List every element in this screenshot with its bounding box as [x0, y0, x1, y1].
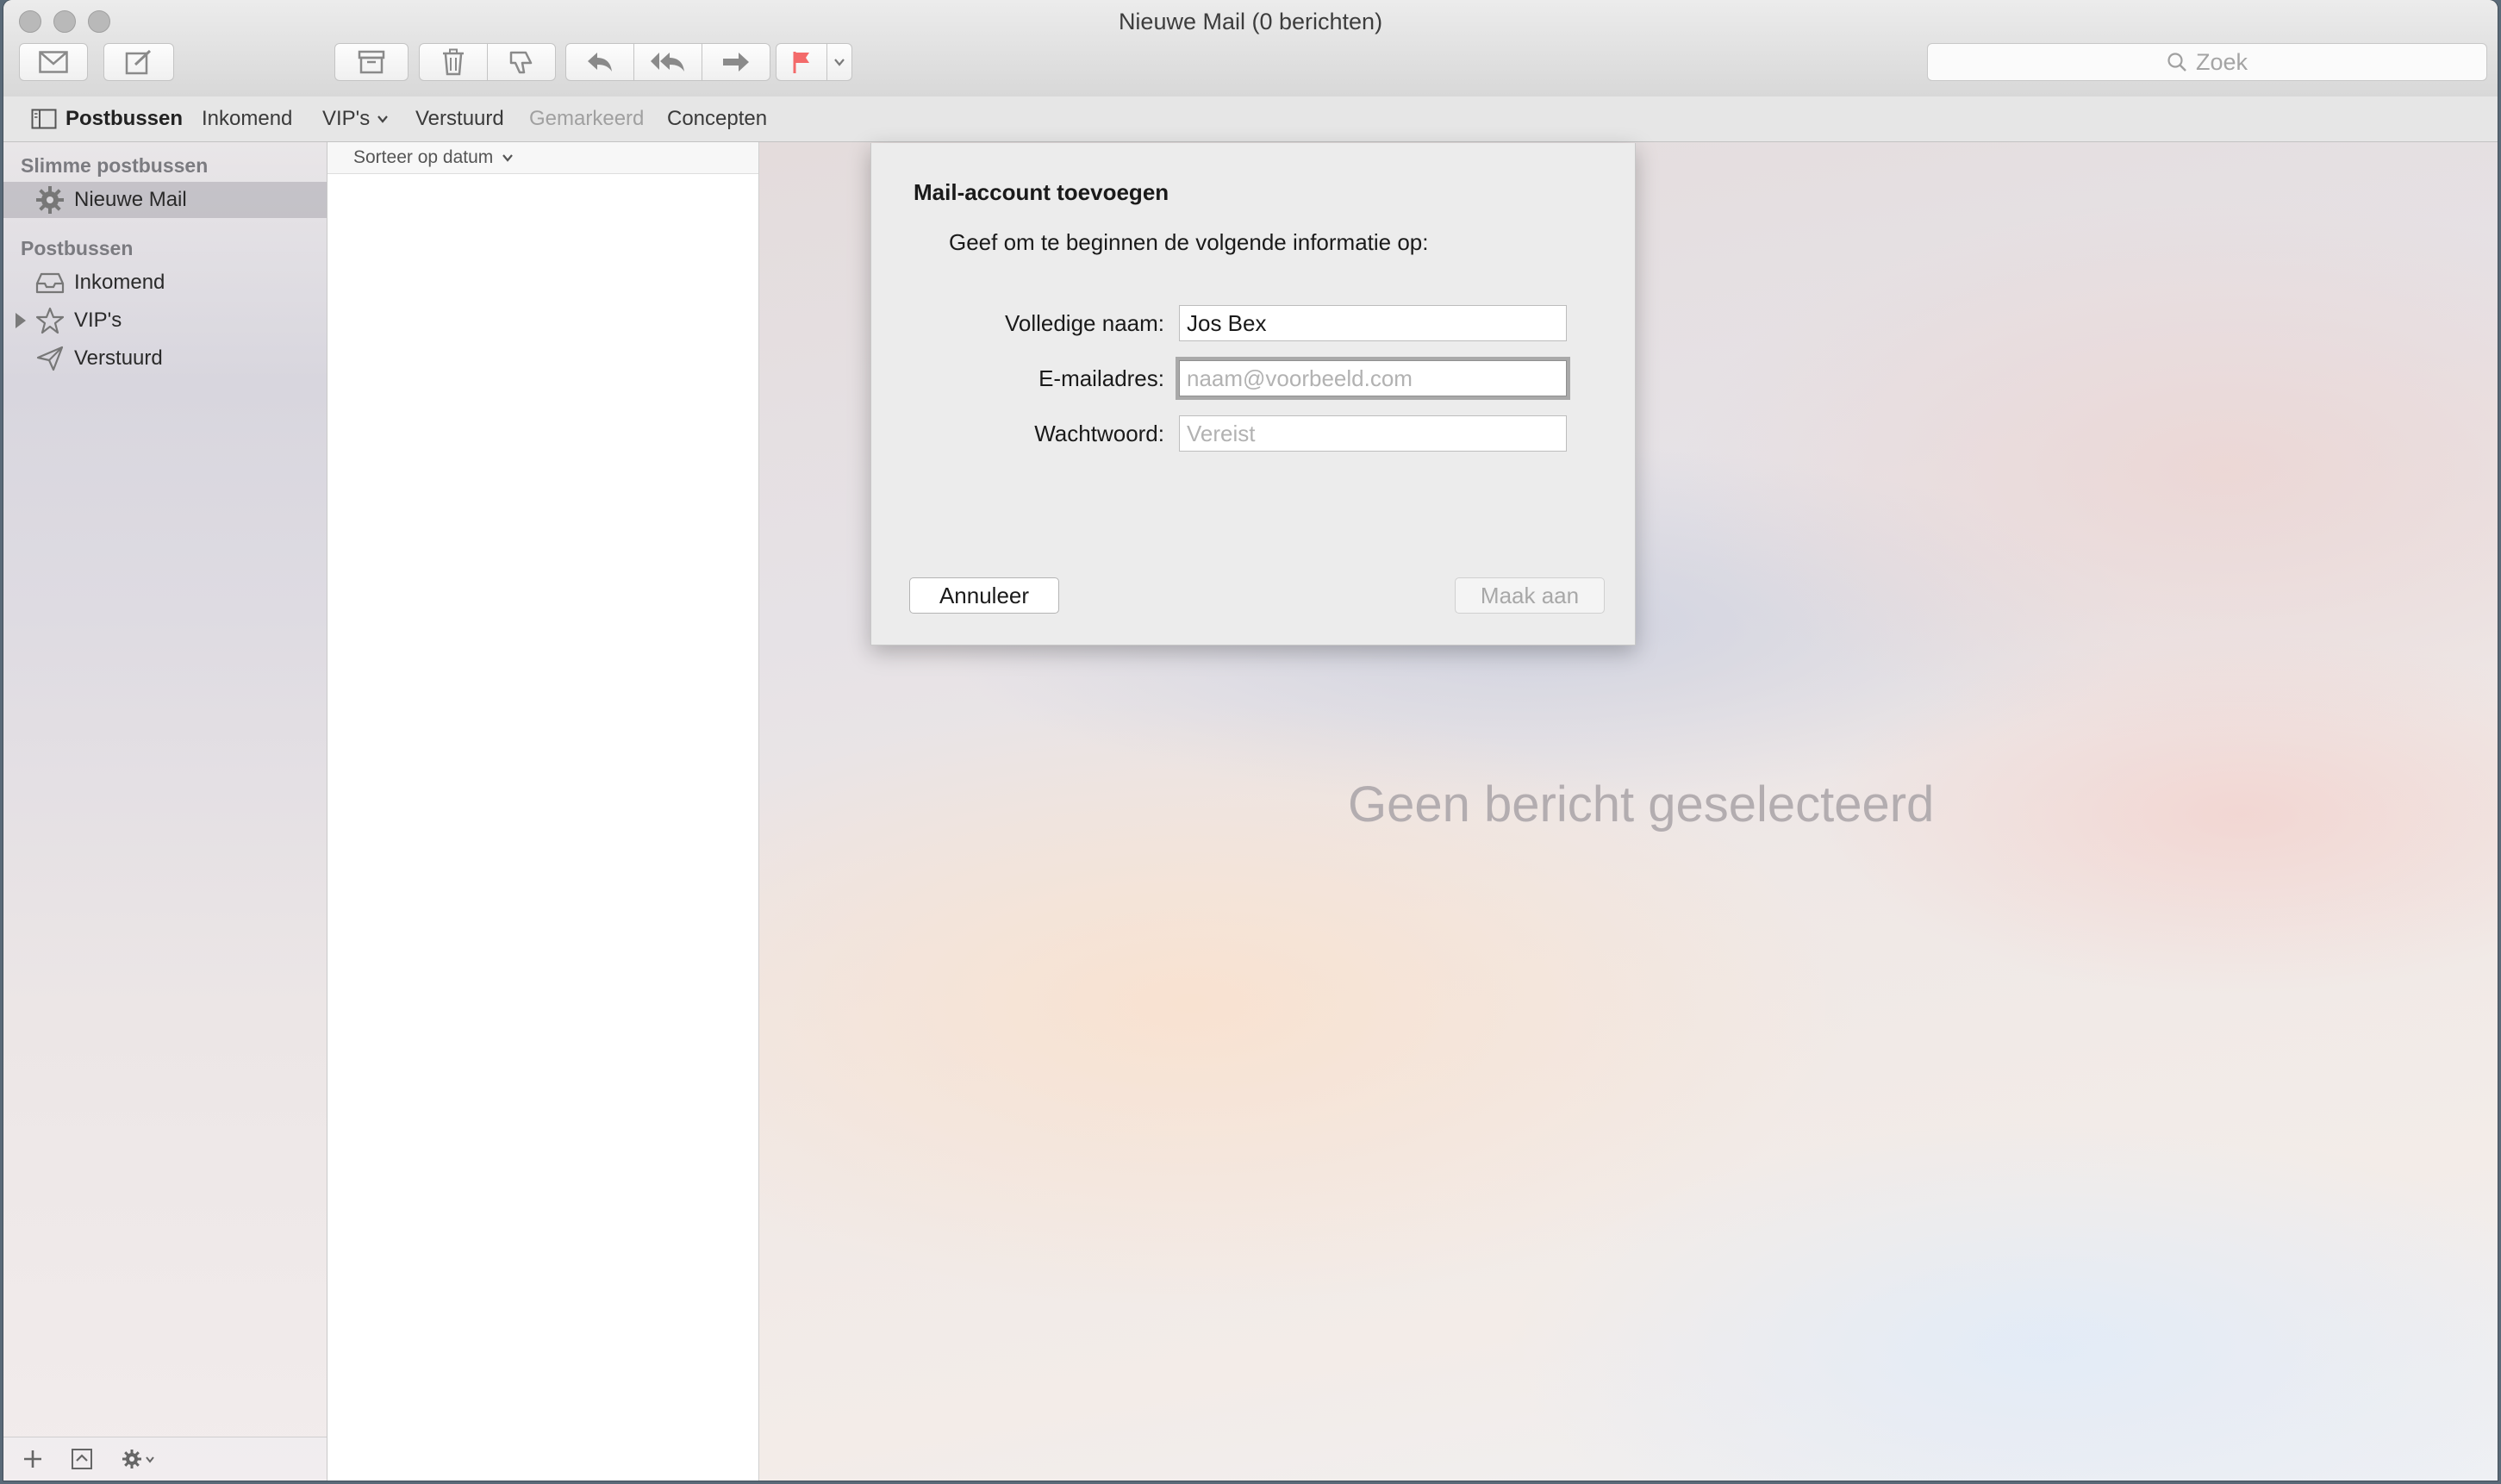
gear-icon	[122, 1450, 154, 1468]
mailboxes-header: Postbussen	[21, 237, 134, 259]
sidebar-item-verstuurd[interactable]: Verstuurd	[3, 340, 327, 377]
full-name-input[interactable]	[1179, 305, 1567, 341]
favorite-inkomend[interactable]: Inkomend	[202, 107, 292, 131]
sidebar-item-nieuwe-mail[interactable]: Nieuwe Mail	[3, 182, 327, 218]
plus-icon	[24, 1450, 41, 1468]
flag-menu-button[interactable]	[826, 43, 852, 81]
sidebar-item-label: Inkomend	[74, 271, 165, 294]
favorites-mailboxes-button[interactable]: Postbussen	[31, 107, 183, 131]
sort-menu-button[interactable]: Sorteer op datum	[327, 142, 758, 174]
smart-mailboxes-header: Slimme postbussen	[21, 154, 209, 177]
chevron-down-icon	[377, 115, 389, 123]
sidebar-item-label: VIP's	[74, 309, 122, 332]
favorite-concepten[interactable]: Concepten	[667, 107, 767, 131]
sidebar-action-menu-button[interactable]	[121, 1444, 159, 1474]
email-input[interactable]	[1179, 360, 1567, 396]
sort-label: Sorteer op datum	[353, 147, 494, 167]
sidebar-item-label: Verstuurd	[74, 346, 163, 370]
dialog-title: Mail-account toevoegen	[914, 179, 1169, 205]
dialog-subtitle: Geef om te beginnen de volgende informat…	[949, 229, 1429, 255]
favorite-gemarkeerd[interactable]: Gemarkeerd	[529, 107, 644, 131]
titlebar: Nieuwe Mail (0 berichten) Zoek	[3, 0, 2498, 97]
message-list: Sorteer op datum	[327, 142, 759, 1481]
email-label: E-mailadres:	[1038, 365, 1164, 391]
reply-button[interactable]	[565, 43, 634, 81]
delete-button[interactable]	[419, 43, 488, 81]
activity-icon	[72, 1449, 92, 1469]
compose-icon	[125, 49, 152, 75]
flag-icon	[793, 52, 809, 73]
favorite-verstuurd[interactable]: Verstuurd	[415, 107, 504, 131]
archive-button[interactable]	[334, 43, 409, 81]
password-input[interactable]	[1179, 415, 1567, 452]
chevron-down-icon	[502, 154, 514, 162]
forward-icon	[723, 53, 749, 72]
junk-button[interactable]	[487, 43, 556, 81]
trash-icon	[443, 48, 464, 76]
add-mail-account-dialog: Mail-account toevoegen Geef om te beginn…	[870, 143, 1636, 645]
gear-icon	[34, 184, 65, 215]
add-mailbox-button[interactable]	[22, 1444, 43, 1474]
sidebar-item-label: Nieuwe Mail	[74, 188, 187, 211]
search-placeholder: Zoek	[2195, 48, 2248, 75]
compose-button[interactable]	[103, 43, 174, 81]
sidebar-toggle-icon	[31, 109, 57, 129]
no-message-selected-text: Geen bericht geselecteerd	[1348, 776, 1935, 832]
reply-icon	[588, 53, 612, 72]
forward-button[interactable]	[702, 43, 770, 81]
thumbs-down-icon	[509, 51, 533, 74]
window-title: Nieuwe Mail (0 berichten)	[1118, 9, 1383, 34]
star-icon	[34, 305, 65, 336]
favorite-vips-label: VIP's	[322, 107, 371, 130]
create-account-button[interactable]: Maak aan	[1455, 577, 1605, 614]
archive-icon	[358, 50, 385, 74]
sidebar-item-inkomend[interactable]: Inkomend	[3, 265, 327, 301]
sidebar-item-vips[interactable]: VIP's	[3, 302, 327, 339]
flag-button[interactable]	[776, 43, 827, 81]
cancel-button[interactable]: Annuleer	[909, 577, 1059, 614]
password-label: Wachtwoord:	[1034, 421, 1164, 446]
envelope-icon	[39, 51, 68, 73]
sidebar-bottom-bar	[3, 1437, 327, 1481]
full-name-label: Volledige naam:	[1004, 310, 1164, 336]
inbox-icon	[34, 267, 65, 298]
mail-window: Nieuwe Mail (0 berichten) Zoek Postbusse…	[3, 0, 2498, 1481]
show-activity-button[interactable]	[71, 1444, 93, 1474]
chevron-down-icon	[834, 59, 845, 66]
search-icon	[2167, 53, 2186, 72]
sidebar: Slimme postbussen Nieuwe Mail Postbussen…	[3, 142, 327, 1481]
favorites-bar: Postbussen Inkomend VIP's Verstuurd Gema…	[3, 97, 2498, 142]
favorite-vips[interactable]: VIP's	[322, 107, 389, 131]
disclosure-triangle-icon[interactable]	[16, 313, 26, 328]
search-field[interactable]: Zoek	[1927, 43, 2487, 81]
paper-plane-icon	[34, 343, 65, 374]
reply-all-icon	[651, 53, 684, 72]
reply-all-button[interactable]	[633, 43, 702, 81]
favorites-mailboxes-label: Postbussen	[65, 107, 184, 130]
get-mail-button[interactable]	[19, 43, 88, 81]
